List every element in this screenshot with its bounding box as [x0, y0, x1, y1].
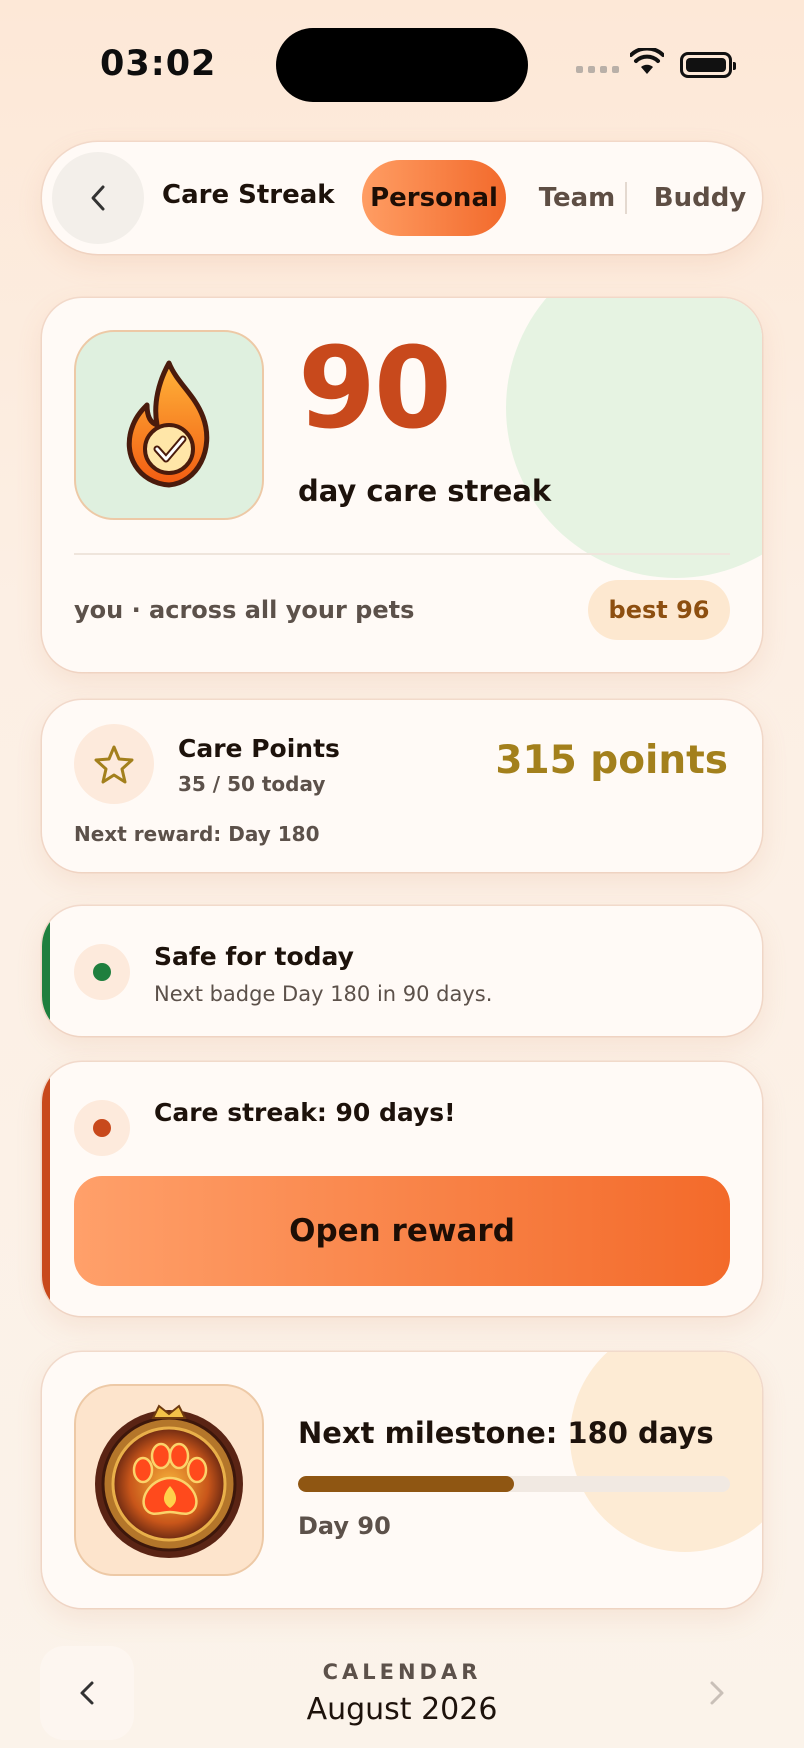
open-reward-button[interactable]: Open reward	[74, 1176, 730, 1286]
calendar-header: CALENDAR August 2026	[0, 1640, 804, 1748]
streak-card: 90 day care streak you · across all your…	[42, 298, 762, 672]
next-reward: Next reward: Day 180	[74, 822, 320, 846]
points-progress: 35 / 50 today	[178, 772, 326, 796]
points-value: 315 points	[495, 738, 728, 783]
milestone-title: Next milestone: 180 days	[298, 1416, 714, 1450]
streak-count: 90	[298, 324, 452, 454]
tab-divider	[625, 182, 627, 214]
best-streak-badge: best 96	[588, 580, 730, 640]
status-bar: 03:02	[0, 0, 804, 120]
dynamic-island	[276, 28, 528, 102]
safe-alert-card: Safe for today Next badge Day 180 in 90 …	[42, 906, 762, 1036]
tab-team[interactable]: Team	[522, 160, 632, 236]
calendar-next-button[interactable]	[670, 1646, 764, 1740]
back-button[interactable]	[52, 152, 144, 244]
milestone-day: Day 90	[298, 1512, 391, 1540]
cellular-signal-icon	[576, 66, 619, 73]
star-icon-wrap	[74, 724, 154, 804]
status-dot-icon	[93, 963, 111, 981]
nav-bar: Care Streak Personal Team Buddy	[42, 142, 762, 254]
status-dot-wrap	[74, 1100, 130, 1156]
chevron-right-icon	[710, 1681, 724, 1705]
milestone-card: Next milestone: 180 days Day 90	[42, 1352, 762, 1608]
status-dot-icon	[93, 1119, 111, 1137]
streak-icon-tile	[74, 330, 264, 520]
wifi-icon	[630, 48, 664, 74]
safe-title: Safe for today	[154, 942, 354, 971]
safe-text: Next badge Day 180 in 90 days.	[154, 982, 493, 1006]
streak-alert-card: Care streak: 90 days! Open reward	[42, 1062, 762, 1316]
milestone-badge-tile	[74, 1384, 264, 1576]
milestone-progress-bar	[298, 1476, 730, 1492]
flame-check-icon	[126, 360, 210, 488]
alert-accent-bar	[42, 1062, 50, 1316]
points-title: Care Points	[178, 734, 340, 763]
milestone-progress-fill	[298, 1476, 514, 1492]
chevron-left-icon	[91, 185, 105, 211]
star-icon	[94, 745, 134, 784]
decorative-blob	[506, 298, 762, 578]
tab-personal[interactable]: Personal	[362, 160, 506, 236]
status-time: 03:02	[100, 44, 217, 84]
status-dot-wrap	[74, 944, 130, 1000]
decorative-blob	[570, 1352, 762, 1552]
streak-alert-title: Care streak: 90 days!	[154, 1098, 456, 1127]
tab-buddy[interactable]: Buddy	[642, 160, 758, 236]
nav-title: Care Streak	[162, 180, 335, 210]
battery-icon	[680, 52, 736, 78]
streak-scope: you · across all your pets	[74, 596, 415, 624]
alert-accent-bar	[42, 906, 50, 1036]
paw-badge-icon	[95, 1404, 243, 1558]
divider	[74, 553, 730, 555]
care-points-card: Care Points 35 / 50 today 315 points Nex…	[42, 700, 762, 872]
streak-subtitle: day care streak	[298, 474, 552, 508]
